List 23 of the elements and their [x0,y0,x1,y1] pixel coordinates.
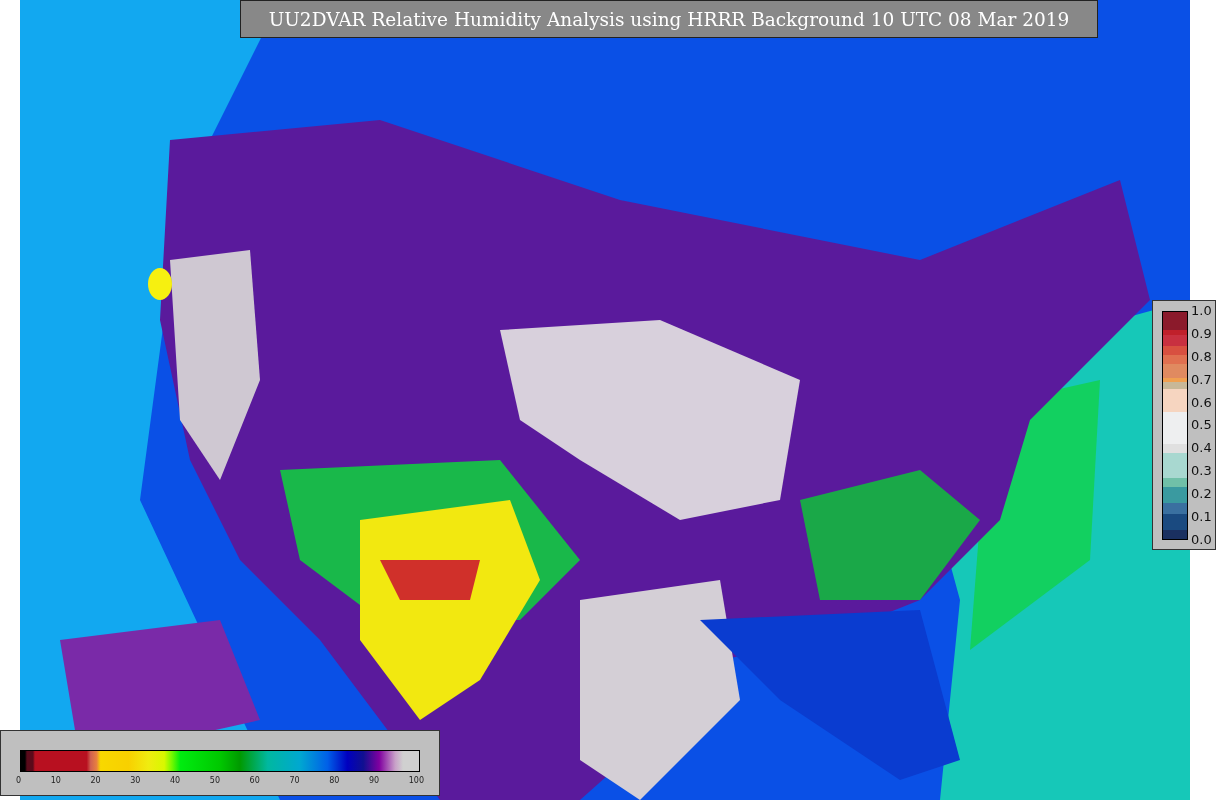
chart-title: UU2DVAR Relative Humidity Analysis using HRRR Background 10 UTC 08 Mar 2019 [240,0,1098,38]
tick-label: 0.3 [1191,464,1212,479]
tick-label: 70 [289,776,300,786]
tick-label: 0.7 [1191,372,1212,387]
tick-label: 0.9 [1191,326,1212,341]
tick-label: 0.8 [1191,349,1212,364]
tick-label: 60 [249,776,260,786]
tick-label: 0.6 [1191,395,1212,410]
tick-label: 0 [16,776,22,786]
tick-label: 10 [50,776,61,786]
tick-label: 30 [130,776,141,786]
tick-label: 20 [90,776,101,786]
tick-label: 0.4 [1191,441,1212,456]
tick-label: 50 [209,776,220,786]
tick-label: 0.0 [1191,532,1212,547]
tick-label: 90 [368,776,380,786]
tick-label: 1.0 [1191,304,1212,318]
tick-label: 80 [329,776,340,786]
tick-label: 40 [170,776,181,786]
tick-label: 0.2 [1191,487,1212,502]
tick-label: 0.5 [1191,418,1212,433]
tick-label: 0.1 [1191,510,1212,524]
tick-label: 100 [408,776,424,786]
